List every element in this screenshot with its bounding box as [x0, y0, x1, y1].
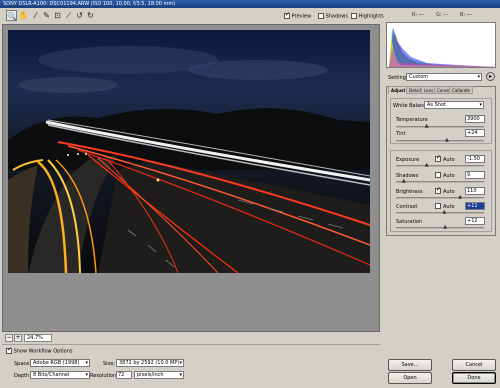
night-highway-photo — [8, 30, 370, 273]
exposure-auto-label: Auto — [443, 157, 455, 163]
rotate-right-icon[interactable]: ↻ — [85, 10, 96, 21]
resolution-unit-select[interactable]: pixels/inch — [134, 371, 184, 379]
size-label: Size: — [103, 361, 115, 367]
contrast-slider-thumb[interactable]: ▲ — [442, 210, 447, 215]
brightness-label: Brightness — [396, 189, 423, 195]
saturation-input[interactable]: +12 — [465, 217, 485, 225]
window-title-bar: SONY DSLR-A100: DSC01194.ARW (ISO 100, 1… — [0, 0, 500, 8]
brightness-auto-label: Auto — [443, 189, 455, 195]
depth-select[interactable]: 8 Bits/Channel — [30, 371, 90, 379]
preview-option[interactable]: Preview — [284, 11, 312, 20]
photo-preview[interactable] — [8, 30, 370, 273]
shadows-clipping-option[interactable]: Shadows — [318, 13, 348, 20]
highlights-clipping-checkbox[interactable] — [351, 13, 357, 19]
open-button[interactable]: Open — [388, 372, 432, 384]
temperature-input[interactable]: 3900 — [465, 115, 485, 123]
saturation-slider-thumb[interactable]: ▲ — [443, 225, 448, 230]
zoom-tool-icon[interactable]: 🔍 — [6, 10, 17, 21]
histogram — [386, 22, 496, 68]
histogram-blue — [389, 27, 495, 67]
tint-slider[interactable]: ▲ — [396, 138, 484, 143]
temperature-slider[interactable]: ▲ — [396, 124, 484, 129]
brightness-slider-thumb[interactable]: ▲ — [458, 195, 463, 200]
show-workflow-checkbox[interactable] — [6, 346, 12, 354]
exposure-input[interactable]: -1.50 — [465, 155, 485, 163]
save-button[interactable]: Save... — [388, 359, 432, 371]
resolution-label: Resolution: — [90, 373, 118, 379]
temperature-slider-thumb[interactable]: ▲ — [425, 124, 430, 129]
histogram-graph — [389, 27, 495, 67]
contrast-slider[interactable]: ▲ — [396, 210, 484, 215]
shadows-label: Shadows — [396, 173, 419, 179]
settings-menu-icon[interactable]: ▸ — [486, 72, 495, 81]
zoom-bar: − + 24.7% — [2, 333, 380, 343]
workflow-options: Show Workflow Options Space: Adobe RGB (… — [2, 344, 380, 386]
exposure-label: Exposure — [396, 157, 420, 163]
preview-checkbox[interactable] — [284, 11, 290, 19]
saturation-slider[interactable]: ▲ — [396, 225, 484, 230]
brightness-auto-checkbox[interactable] — [435, 186, 441, 194]
shadows-clipping-label: Shadows — [325, 13, 348, 20]
highlights-clipping-option[interactable]: Highlights — [351, 13, 384, 20]
shadows-clipping-checkbox[interactable] — [318, 13, 324, 19]
contrast-input[interactable]: +11 — [465, 202, 485, 210]
crop-tool-icon[interactable]: ⊡ — [52, 10, 63, 21]
exposure-slider-thumb[interactable]: ▲ — [425, 163, 430, 168]
temperature-label: Temperature — [396, 117, 428, 123]
tint-slider-thumb[interactable]: ▲ — [445, 138, 450, 143]
done-button[interactable]: Done — [452, 372, 496, 384]
contrast-label: Contrast — [396, 204, 418, 210]
saturation-label: Saturation — [396, 219, 423, 225]
show-workflow-option[interactable]: Show Workflow Options — [6, 346, 73, 355]
contrast-auto-checkbox[interactable] — [435, 203, 441, 209]
tint-input[interactable]: +24 — [465, 129, 485, 137]
straighten-tool-icon[interactable]: ⟋ — [63, 10, 74, 21]
settings-select[interactable]: Custom — [406, 73, 482, 81]
cancel-button[interactable]: Cancel — [452, 359, 496, 371]
shadows-auto-label: Auto — [443, 173, 455, 179]
b-readout: B: --- — [460, 12, 473, 18]
color-sampler-tool-icon[interactable]: ✎ — [41, 10, 52, 21]
exposure-auto-checkbox[interactable] — [435, 154, 441, 162]
tab-calibrate[interactable]: Calibrate — [449, 86, 474, 94]
exposure-slider[interactable]: ▲ — [396, 163, 484, 168]
zoom-out-button[interactable]: − — [5, 334, 13, 342]
space-select[interactable]: Adobe RGB (1998) — [30, 359, 90, 367]
resolution-input[interactable]: 72 — [116, 371, 132, 379]
hand-tool-icon[interactable]: ✋ — [18, 10, 29, 21]
shadows-slider-thumb[interactable]: ▲ — [402, 179, 407, 184]
g-readout: G: --- — [436, 12, 449, 18]
r-readout: R: --- — [412, 12, 425, 18]
brightness-input[interactable]: 110 — [465, 187, 485, 195]
shadows-input[interactable]: 9 — [465, 171, 485, 179]
toolbar: 🔍 ✋ ⁄ ✎ ⊡ ⟋ ↺ ↻ Preview Shadows Highligh… — [0, 8, 384, 24]
rotate-left-icon[interactable]: ↺ — [74, 10, 85, 21]
shadows-slider[interactable]: ▲ — [396, 179, 484, 184]
preview-label: Preview — [291, 13, 312, 20]
white-balance-select[interactable]: As Shot — [424, 101, 484, 109]
zoom-level-select[interactable]: 24.7% — [24, 334, 52, 342]
depth-label: Depth: — [14, 373, 31, 379]
brightness-slider[interactable]: ▲ — [396, 195, 484, 200]
white-balance-tool-icon[interactable]: ⁄ — [30, 10, 41, 21]
shadows-auto-checkbox[interactable] — [435, 172, 441, 178]
size-select[interactable]: 3872 by 2592 (10.0 MP) — [116, 359, 184, 367]
tint-label: Tint — [396, 131, 406, 137]
zoom-in-button[interactable]: + — [14, 334, 22, 342]
show-workflow-label: Show Workflow Options — [13, 348, 73, 355]
window-title: SONY DSLR-A100: DSC01194.ARW (ISO 100, 1… — [3, 1, 176, 7]
space-label: Space: — [14, 361, 31, 367]
highlights-clipping-label: Highlights — [358, 13, 384, 20]
